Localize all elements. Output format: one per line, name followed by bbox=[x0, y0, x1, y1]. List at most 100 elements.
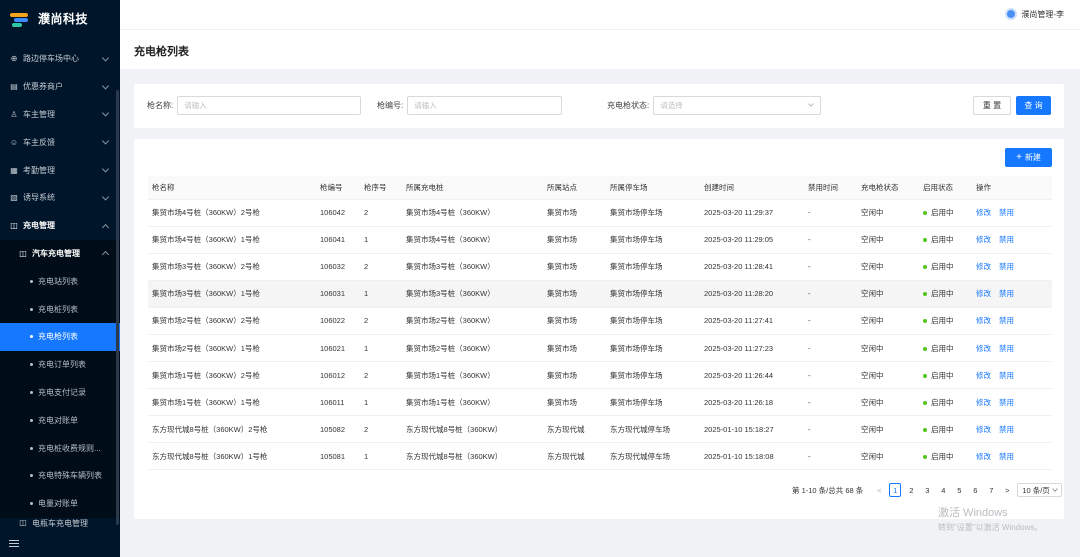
edit-link[interactable]: 修改 bbox=[976, 235, 991, 244]
column-header: 充电枪状态 bbox=[857, 176, 919, 200]
disable-link[interactable]: 禁用 bbox=[999, 344, 1014, 353]
cell-no: 106032 bbox=[316, 253, 360, 281]
cell-disabled-at: - bbox=[804, 253, 857, 281]
column-header: 所属停车场 bbox=[606, 176, 700, 200]
plus-icon: + bbox=[1016, 152, 1022, 163]
status-dot-icon bbox=[923, 373, 927, 378]
sidebar-subitem[interactable]: 充电桩列表 bbox=[0, 295, 120, 323]
collapse-menu-icon[interactable] bbox=[9, 540, 19, 548]
sidebar-item[interactable]: ☺ 车主反馈 bbox=[0, 128, 120, 156]
bullet-icon bbox=[30, 502, 33, 506]
query-button[interactable]: 查 询 bbox=[1016, 96, 1051, 115]
sidebar-group-car-charging[interactable]: ◫ 汽车充电管理 bbox=[0, 239, 120, 268]
sidebar-subitem[interactable]: 充电支付记录 bbox=[0, 378, 120, 407]
user-menu[interactable]: 濮尚管理-李 bbox=[1005, 8, 1064, 20]
disable-link[interactable]: 禁用 bbox=[999, 452, 1014, 461]
guide-icon: ▧ bbox=[10, 193, 18, 203]
sidebar-subitem[interactable]: 充电订单列表 bbox=[0, 350, 120, 379]
cell-name: 集贸市场4号桩（360KW）2号枪 bbox=[148, 199, 316, 227]
cell-enable-status: 启用中 bbox=[919, 280, 972, 308]
sidebar: 濮尚科技 ⊕ 路边停车场中心 ▤ 优惠券商户 ♙ 车主管理 ☺ 车主反馈 ▦ 考勤管理 ▧ 诱导系统 ◫… bbox=[0, 0, 120, 557]
bullet-icon bbox=[30, 418, 33, 422]
cell-created: 2025-03-20 11:29:05 bbox=[700, 226, 804, 254]
page-number-button[interactable]: 7 bbox=[985, 483, 997, 497]
page-number-button[interactable]: 1 bbox=[889, 483, 902, 497]
column-header: 枪序号 bbox=[360, 176, 402, 200]
disable-link[interactable]: 禁用 bbox=[999, 262, 1014, 271]
sidebar-subitem[interactable]: 电量对账单 bbox=[0, 489, 120, 518]
edit-link[interactable]: 修改 bbox=[976, 344, 991, 353]
edit-link[interactable]: 修改 bbox=[976, 316, 991, 325]
page-number-button[interactable]: 6 bbox=[969, 483, 981, 497]
sidebar-item[interactable]: ▦ 考勤管理 bbox=[0, 156, 120, 184]
page-number-button[interactable]: 5 bbox=[953, 483, 965, 497]
cell-actions: 修改 禁用 bbox=[972, 415, 1052, 444]
car-charging-icon: ◫ bbox=[19, 248, 27, 258]
edit-link[interactable]: 修改 bbox=[976, 371, 991, 380]
disable-link[interactable]: 禁用 bbox=[999, 316, 1014, 325]
sidebar-scrollbar[interactable] bbox=[116, 90, 119, 525]
edit-link[interactable]: 修改 bbox=[976, 262, 991, 271]
sidebar-item[interactable]: ▤ 优惠券商户 bbox=[0, 73, 120, 101]
edit-link[interactable]: 修改 bbox=[976, 425, 991, 434]
sidebar-subitem[interactable]: 充电特殊车辆列表 bbox=[0, 461, 120, 490]
table-row: 东方现代城8号桩（360KW）2号枪 105082 2 东方现代城8号桩（360KW）… bbox=[148, 415, 1052, 444]
sidebar-subitem[interactable]: 充电桩收费规则... bbox=[0, 434, 120, 462]
sidebar-item[interactable]: ⊕ 路边停车场中心 bbox=[0, 45, 120, 73]
search-form: 枪名称: 请输入 枪编号: 请输入 充电枪状态: 请选择 重 置 查 询 bbox=[134, 84, 1064, 128]
sidebar-item[interactable]: ▧ 诱导系统 bbox=[0, 184, 120, 212]
edit-link[interactable]: 修改 bbox=[976, 208, 991, 217]
disable-link[interactable]: 禁用 bbox=[999, 208, 1014, 217]
table-header-row: 枪名称 枪编号 枪序号 所属充电桩 所属站点 所属停车场 创建时间 禁用时间 充电枪状态 启用状态… bbox=[148, 176, 1052, 200]
page-size-select[interactable]: 10 条/页 bbox=[1017, 483, 1062, 497]
cell-gun-status: 空闲中 bbox=[857, 280, 919, 308]
cell-seq: 2 bbox=[360, 199, 402, 227]
table-row: 集贸市场2号桩（360KW）2号枪 106022 2 集贸市场2号桩（360KW） 集贸… bbox=[148, 307, 1052, 335]
cell-enable-status: 启用中 bbox=[919, 415, 972, 444]
sidebar-subitem[interactable]: 充电枪列表 bbox=[0, 322, 120, 351]
column-header: 所属充电桩 bbox=[402, 176, 543, 200]
sidebar-subitem[interactable]: 充电站列表 bbox=[0, 267, 120, 296]
cell-pile: 集贸市场2号桩（360KW） bbox=[402, 334, 543, 363]
sidebar-item[interactable]: ◫ 充电管理 bbox=[0, 212, 120, 240]
cell-actions: 修改 禁用 bbox=[972, 334, 1052, 363]
sidebar-item[interactable]: ♙ 车主管理 bbox=[0, 101, 120, 129]
reset-button[interactable]: 重 置 bbox=[973, 96, 1011, 115]
brand-logo[interactable]: 濮尚科技 bbox=[0, 0, 120, 37]
column-header: 禁用时间 bbox=[804, 176, 857, 200]
disable-link[interactable]: 禁用 bbox=[999, 371, 1014, 380]
prev-page-button[interactable]: < bbox=[873, 483, 885, 497]
table-row: 集贸市场4号桩（360KW）2号枪 106042 2 集贸市场4号桩（360KW） 集贸… bbox=[148, 199, 1052, 227]
edit-link[interactable]: 修改 bbox=[976, 398, 991, 407]
edit-link[interactable]: 修改 bbox=[976, 452, 991, 461]
disable-link[interactable]: 禁用 bbox=[999, 398, 1014, 407]
disable-link[interactable]: 禁用 bbox=[999, 235, 1014, 244]
cell-enable-status: 启用中 bbox=[919, 388, 972, 417]
page-number-button[interactable]: 2 bbox=[905, 483, 917, 497]
add-button[interactable]: + 新建 bbox=[1005, 148, 1052, 167]
cell-actions: 修改 禁用 bbox=[972, 199, 1052, 227]
charging-icon: ◫ bbox=[10, 221, 18, 231]
gun-no-input[interactable]: 请输入 bbox=[407, 96, 563, 115]
cell-created: 2025-03-20 11:26:18 bbox=[700, 388, 804, 417]
edit-link[interactable]: 修改 bbox=[976, 289, 991, 298]
page-number-button[interactable]: 4 bbox=[937, 483, 949, 497]
cell-gun-status: 空闲中 bbox=[857, 361, 919, 390]
cell-name: 集贸市场3号桩（360KW）1号枪 bbox=[148, 280, 316, 308]
bullet-icon bbox=[30, 363, 33, 367]
disable-link[interactable]: 禁用 bbox=[999, 289, 1014, 298]
next-page-button[interactable]: > bbox=[1001, 483, 1013, 497]
sidebar-subitem[interactable]: 充电对账单 bbox=[0, 406, 120, 435]
chevron-icon bbox=[101, 223, 110, 231]
table-card: + 新建 枪名称 枪编号 枪序号 所属充电桩 所属站点 所属停车场 创建时间 禁用时间 充电枪状… bbox=[134, 139, 1064, 519]
cell-disabled-at: - bbox=[804, 388, 857, 417]
page-number-button[interactable]: 3 bbox=[921, 483, 933, 497]
status-dot-icon bbox=[923, 292, 927, 297]
cell-no: 106031 bbox=[316, 280, 360, 308]
status-dot-icon bbox=[923, 427, 927, 432]
sidebar-item-cutoff[interactable]: ◫ 电瓶车充电管理 bbox=[0, 518, 120, 532]
gun-name-input[interactable]: 请输入 bbox=[177, 96, 362, 115]
add-button-label: 新建 bbox=[1024, 153, 1041, 162]
gun-status-select[interactable]: 请选择 bbox=[653, 96, 822, 115]
disable-link[interactable]: 禁用 bbox=[999, 425, 1014, 434]
